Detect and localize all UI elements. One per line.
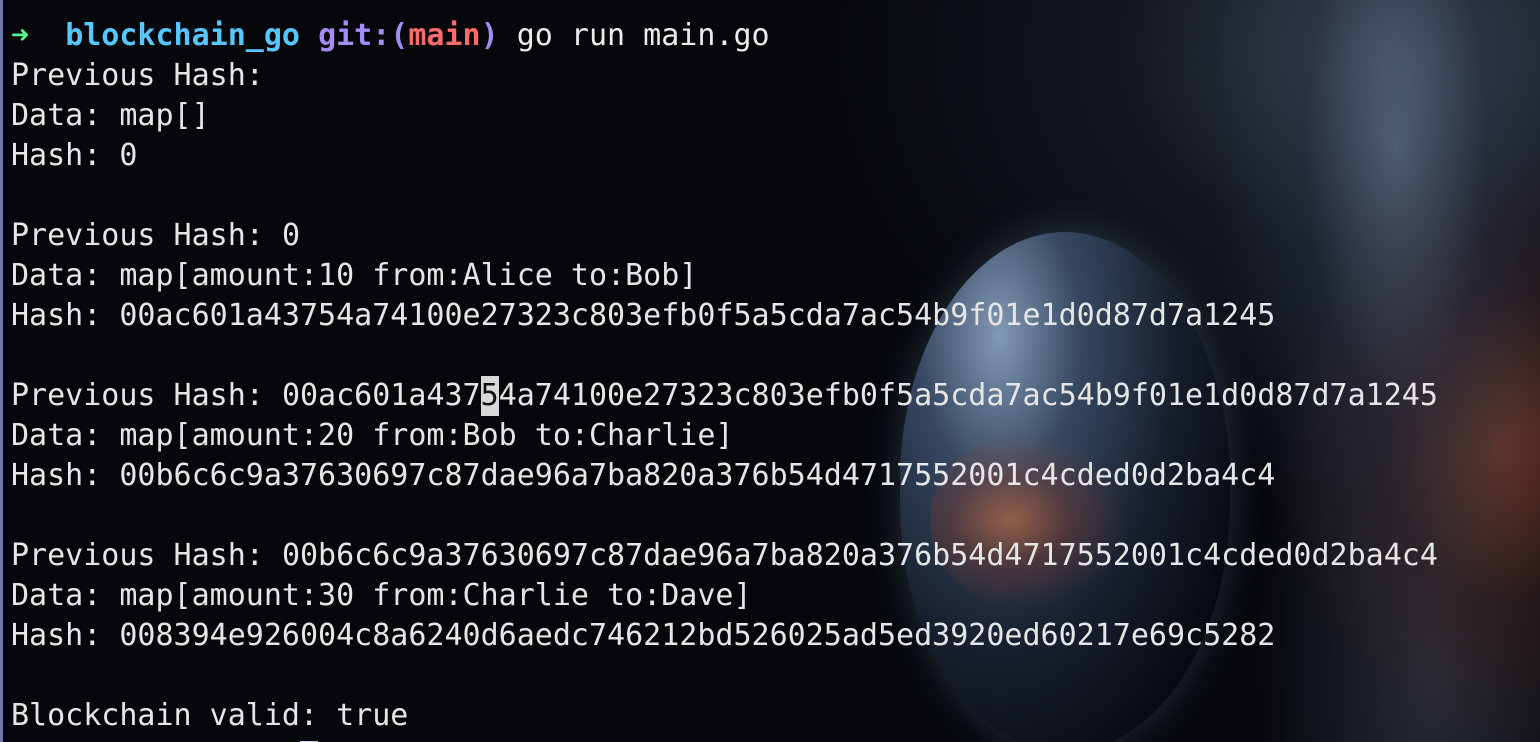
block-hash-line: Hash: 00b6c6c9a37630697c87dae96a7ba820a3… [11, 456, 1540, 496]
previous-hash-label: Previous Hash: [11, 378, 264, 413]
block-previous-hash-line: Previous Hash: 0 [11, 216, 1540, 256]
previous-hash-value-start: 00ac601a437 [281, 378, 481, 413]
previous-hash-value: 00b6c6c9a37630697c87dae96a7ba820a376b54d… [281, 538, 1438, 573]
previous-hash-label: Previous Hash: [11, 218, 264, 253]
hash-label: Hash: [11, 618, 102, 653]
hash-value: 008394e926004c8a6240d6aedc746212bd526025… [119, 618, 1276, 653]
data-value: map[amount:20 from:Bob to:Charlie] [119, 418, 734, 453]
data-label: Data: [11, 98, 102, 133]
validation-label: Blockchain valid: [11, 698, 319, 733]
command-prompt-line: ➜ blockchain_go git:(main) go run main.g… [11, 16, 1540, 56]
data-label: Data: [11, 258, 102, 293]
terminal-window[interactable]: ➜ blockchain_go git:(main) go run main.g… [0, 0, 1540, 742]
next-prompt-partial [11, 738, 300, 742]
window-left-edge [0, 0, 3, 742]
terminal-output: ➜ blockchain_go git:(main) go run main.g… [11, 16, 1540, 742]
prompt-command: go run main.go [516, 18, 770, 53]
block-data-line: Data: map[amount:20 from:Bob to:Charlie] [11, 416, 1540, 456]
hash-value: 00b6c6c9a37630697c87dae96a7ba820a376b54d… [119, 458, 1276, 493]
validation-value: true [336, 698, 409, 733]
validation-result-line: Blockchain valid: true [11, 696, 1540, 736]
data-value: map[amount:30 from:Charlie to:Dave] [119, 578, 752, 613]
hash-label: Hash: [11, 138, 102, 173]
hash-value: 0 [119, 138, 138, 173]
prompt-git-label: git:( [318, 18, 409, 53]
prompt-arrow-icon: ➜ [11, 18, 30, 53]
previous-hash-label: Previous Hash: [11, 538, 264, 573]
hash-label: Hash: [11, 458, 102, 493]
prompt-directory: blockchain_go [65, 18, 300, 53]
block-previous-hash-line: Previous Hash: [11, 56, 1540, 96]
block-data-line: Data: map[] [11, 96, 1540, 136]
block-previous-hash-line: Previous Hash: 00ac601a43754a74100e27323… [11, 376, 1540, 416]
previous-hash-label: Previous Hash: [11, 58, 264, 93]
data-label: Data: [11, 578, 102, 613]
previous-hash-value: 0 [281, 218, 300, 253]
block-hash-line: Hash: 008394e926004c8a6240d6aedc746212bd… [11, 616, 1540, 656]
block-previous-hash-line: Previous Hash: 00b6c6c9a37630697c87dae96… [11, 536, 1540, 576]
hash-value: 00ac601a43754a74100e27323c803efb0f5a5cda… [119, 298, 1276, 333]
next-prompt-line[interactable] [11, 736, 1540, 742]
prompt-git-close: ) [480, 18, 499, 53]
previous-hash-value-end: 4a74100e27323c803efb0f5a5cda7ac54b9f01e1… [498, 378, 1438, 413]
prompt-git-branch: main [408, 18, 481, 53]
block-data-line: Data: map[amount:10 from:Alice to:Bob] [11, 256, 1540, 296]
data-label: Data: [11, 418, 102, 453]
data-value: map[] [119, 98, 210, 133]
block-hash-line: Hash: 00ac601a43754a74100e27323c803efb0f… [11, 296, 1540, 336]
block-hash-line: Hash: 0 [11, 136, 1540, 176]
hash-label: Hash: [11, 298, 102, 333]
text-cursor: 5 [480, 376, 499, 416]
block-data-line: Data: map[amount:30 from:Charlie to:Dave… [11, 576, 1540, 616]
data-value: map[amount:10 from:Alice to:Bob] [119, 258, 698, 293]
